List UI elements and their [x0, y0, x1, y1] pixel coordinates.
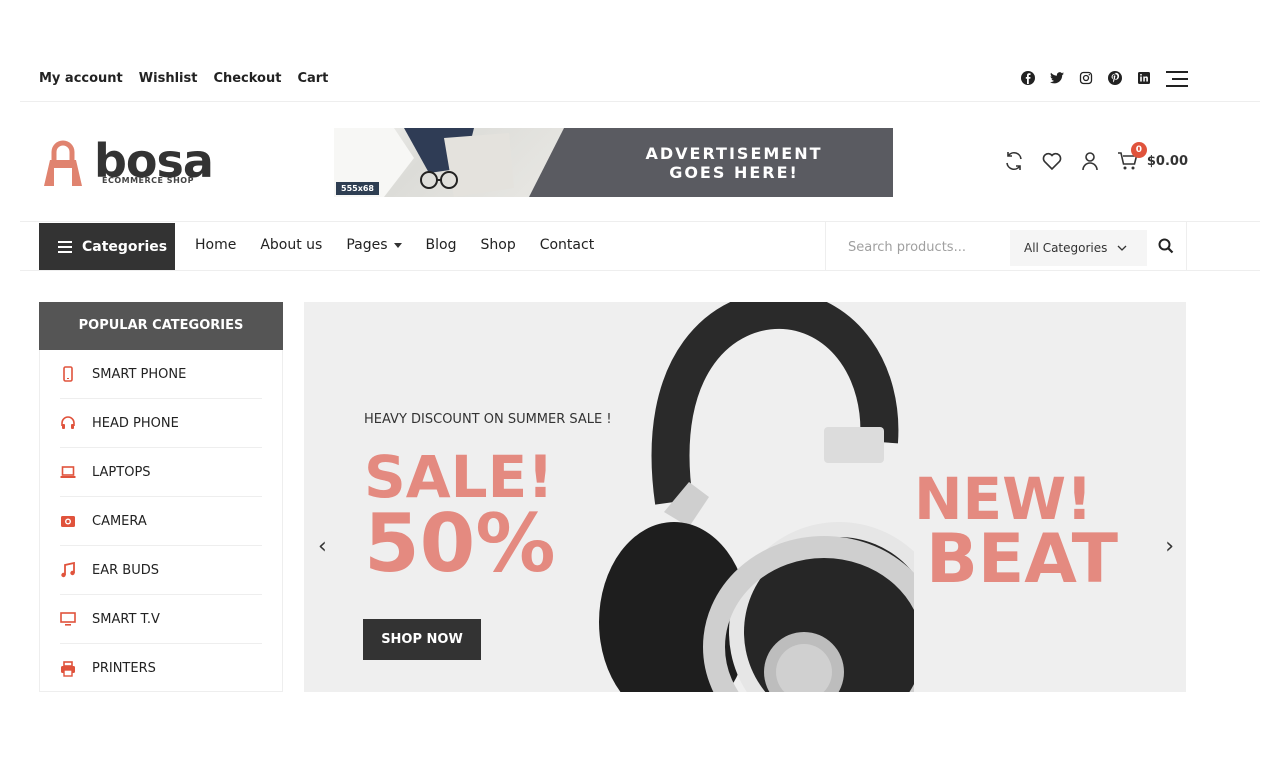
cart-count-badge: 0: [1130, 142, 1147, 158]
compare-icon[interactable]: [1003, 150, 1025, 172]
nav-about-us[interactable]: About us: [260, 237, 322, 253]
hero-slider: ‹ › HEAVY DISCOUNT ON SUMMER SALE ! SALE…: [304, 302, 1186, 692]
category-label: EAR BUDS: [92, 562, 159, 578]
instagram-icon[interactable]: [1078, 70, 1094, 86]
nav-blog[interactable]: Blog: [426, 237, 457, 253]
cart-widget[interactable]: 0 $0.00: [1117, 142, 1188, 172]
category-label: CAMERA: [92, 513, 147, 529]
slide-beat-heading: BEAT: [926, 520, 1119, 599]
category-label: LAPTOPS: [92, 464, 151, 480]
cart-link[interactable]: Cart: [297, 71, 328, 86]
header-actions: 0 $0.00: [1003, 142, 1188, 172]
slide-discount-percent: 50%: [364, 497, 556, 590]
nav-shop[interactable]: Shop: [481, 237, 516, 253]
printer-icon: [61, 660, 75, 677]
ad-size-label: 555x68: [336, 182, 379, 195]
nav-home[interactable]: Home: [195, 237, 236, 253]
menu-links: Home About us Pages Blog Shop Contact: [195, 237, 594, 253]
camera-icon: [61, 516, 75, 527]
category-select-value: All Categories: [1024, 241, 1108, 255]
menu-icon: [58, 240, 72, 253]
ad-line-1: ADVERTISEMENT: [645, 144, 823, 163]
tv-icon: [60, 612, 76, 626]
popular-categories-panel: POPULAR CATEGORIES SMART PHONE HEAD PHON…: [39, 302, 283, 692]
wishlist-heart-icon[interactable]: [1041, 150, 1063, 172]
search-icon[interactable]: [1158, 238, 1174, 258]
popular-categories-title: POPULAR CATEGORIES: [39, 302, 283, 350]
category-label: HEAD PHONE: [92, 415, 179, 431]
chevron-down-icon: [393, 242, 402, 248]
category-label: SMART PHONE: [92, 366, 187, 382]
advertisement-banner[interactable]: 555x68 ADVERTISEMENT GOES HERE!: [334, 128, 893, 197]
nav-contact[interactable]: Contact: [540, 237, 594, 253]
slider-prev-arrow-icon[interactable]: ‹: [318, 534, 327, 559]
wishlist-link[interactable]: Wishlist: [139, 71, 198, 86]
headphone-image: [599, 302, 914, 692]
bag-logo-icon: [44, 140, 82, 186]
linkedin-icon[interactable]: [1136, 70, 1152, 86]
music-note-icon: [61, 562, 75, 578]
chevron-down-icon: [1117, 245, 1127, 251]
ad-line-2: GOES HERE!: [669, 163, 799, 182]
category-laptops[interactable]: LAPTOPS: [60, 448, 262, 497]
category-select[interactable]: All Categories: [1010, 230, 1147, 266]
social-links: [1020, 70, 1152, 86]
facebook-icon[interactable]: [1020, 70, 1036, 86]
site-header: bosa ECOMMERCE SHOP 555x68 ADVERTISEMENT…: [20, 102, 1260, 222]
nav-pages-label: Pages: [346, 237, 388, 253]
ad-text: ADVERTISEMENT GOES HERE!: [564, 144, 893, 182]
twitter-icon[interactable]: [1049, 70, 1065, 86]
slider-next-arrow-icon[interactable]: ›: [1165, 534, 1174, 559]
shop-now-button[interactable]: SHOP NOW: [363, 619, 481, 660]
search-input[interactable]: [836, 234, 996, 260]
user-account-icon[interactable]: [1079, 150, 1101, 172]
cart-total: $0.00: [1146, 153, 1188, 169]
top-bar: My account Wishlist Checkout Cart: [20, 60, 1260, 102]
logo-tagline: ECOMMERCE SHOP: [102, 176, 194, 185]
category-smart-tv[interactable]: SMART T.V: [60, 595, 262, 644]
menu-toggle-icon[interactable]: [1166, 70, 1188, 88]
product-search: All Categories: [825, 222, 1187, 271]
category-ear-buds[interactable]: EAR BUDS: [60, 546, 262, 595]
category-label: PRINTERS: [92, 661, 156, 676]
category-list: SMART PHONE HEAD PHONE LAPTOPS CAMERA EA…: [40, 350, 282, 693]
category-label: SMART T.V: [92, 611, 160, 627]
smartphone-icon: [63, 366, 73, 382]
nav-pages[interactable]: Pages: [346, 237, 402, 253]
checkout-link[interactable]: Checkout: [213, 71, 281, 86]
category-smart-phone[interactable]: SMART PHONE: [60, 350, 262, 399]
category-head-phone[interactable]: HEAD PHONE: [60, 399, 262, 448]
slide-subtitle: HEAVY DISCOUNT ON SUMMER SALE !: [364, 412, 612, 427]
my-account-link[interactable]: My account: [39, 71, 123, 86]
category-camera[interactable]: CAMERA: [60, 497, 262, 546]
category-printers[interactable]: PRINTERS: [60, 644, 262, 693]
account-links: My account Wishlist Checkout Cart: [39, 71, 328, 86]
pinterest-icon[interactable]: [1107, 70, 1123, 86]
site-logo[interactable]: bosa ECOMMERCE SHOP: [38, 136, 214, 192]
categories-button[interactable]: Categories: [39, 223, 175, 270]
categories-label: Categories: [82, 238, 168, 255]
main-navigation: Categories Home About us Pages Blog Shop…: [20, 222, 1260, 271]
headphone-icon: [61, 416, 75, 429]
laptop-icon: [60, 466, 76, 478]
